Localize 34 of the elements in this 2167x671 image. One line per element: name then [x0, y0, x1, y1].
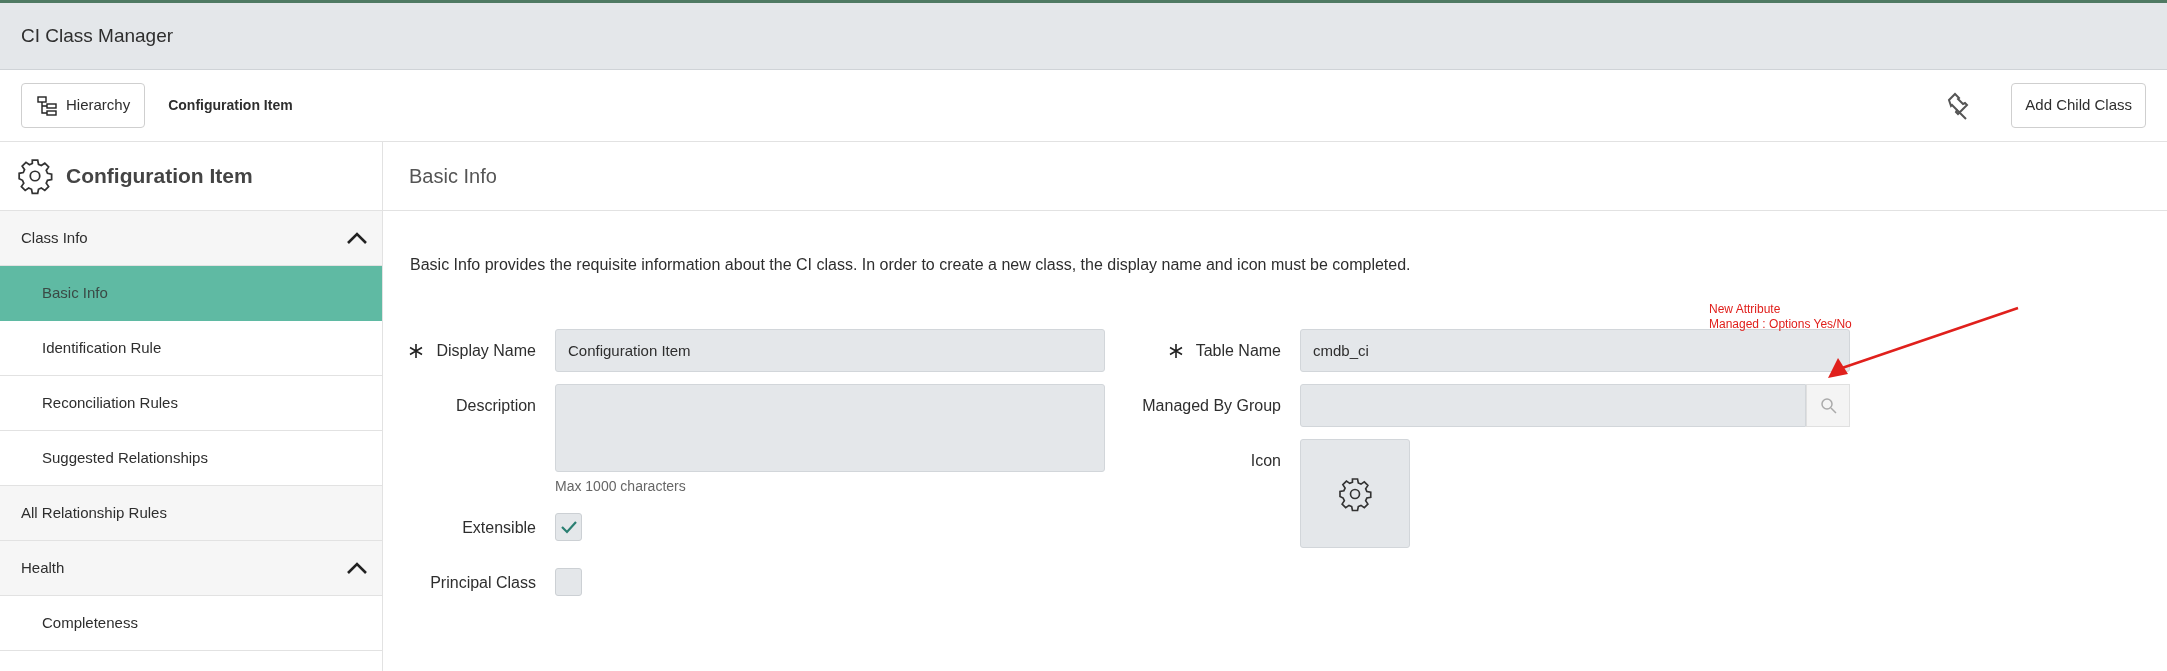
caret-icon: [346, 561, 368, 575]
field-label: Description: [455, 395, 536, 416]
sidebar-section[interactable]: Health: [0, 541, 382, 596]
field-label: Extensible: [462, 518, 536, 538]
section-title: Basic Info: [409, 164, 497, 189]
caret-icon: [346, 231, 368, 245]
hierarchy-icon: [36, 94, 58, 117]
field-label: Principal Class: [430, 573, 536, 593]
sidebar-section[interactable]: Class Info: [0, 211, 382, 266]
hierarchy-button[interactable]: Hierarchy: [21, 83, 146, 128]
field-label: Managed By Group: [1142, 395, 1281, 416]
field-label: Display Name: [436, 340, 536, 361]
group-field[interactable]: [1300, 384, 1806, 427]
sidebar-title: Configuration Item: [66, 163, 253, 190]
gear-icon: [16, 157, 54, 195]
icon-picker[interactable]: [1300, 439, 1410, 548]
checkmark-icon: [559, 520, 578, 534]
description-field[interactable]: [555, 384, 1105, 472]
add-child-class-button[interactable]: Add Child Class: [2011, 83, 2146, 128]
gear-icon: [1337, 475, 1373, 512]
character-limit-hint: Max 1000 characters: [555, 477, 687, 496]
sidebar-item[interactable]: Basic Info: [0, 266, 382, 321]
field-label: Table Name: [1195, 340, 1281, 361]
intro-text: Basic Info provides the requisite information about the CI class. In order to create a new class, the display name and icon must be completed.: [410, 255, 1412, 275]
checkbox[interactable]: [555, 568, 582, 596]
search-button[interactable]: [1806, 384, 1850, 427]
annotation-note: New Attribute Managed : Options Yes/No: [1709, 302, 1852, 332]
sidebar-section[interactable]: All Relationship Rules: [0, 486, 382, 541]
text-field[interactable]: Configuration Item: [555, 329, 1105, 372]
field-label: Icon: [1250, 450, 1281, 471]
search-icon: [1819, 397, 1837, 414]
checkbox[interactable]: [555, 513, 582, 541]
app-title: CI Class Manager: [21, 23, 174, 48]
breadcrumb: Configuration Item: [168, 96, 293, 115]
